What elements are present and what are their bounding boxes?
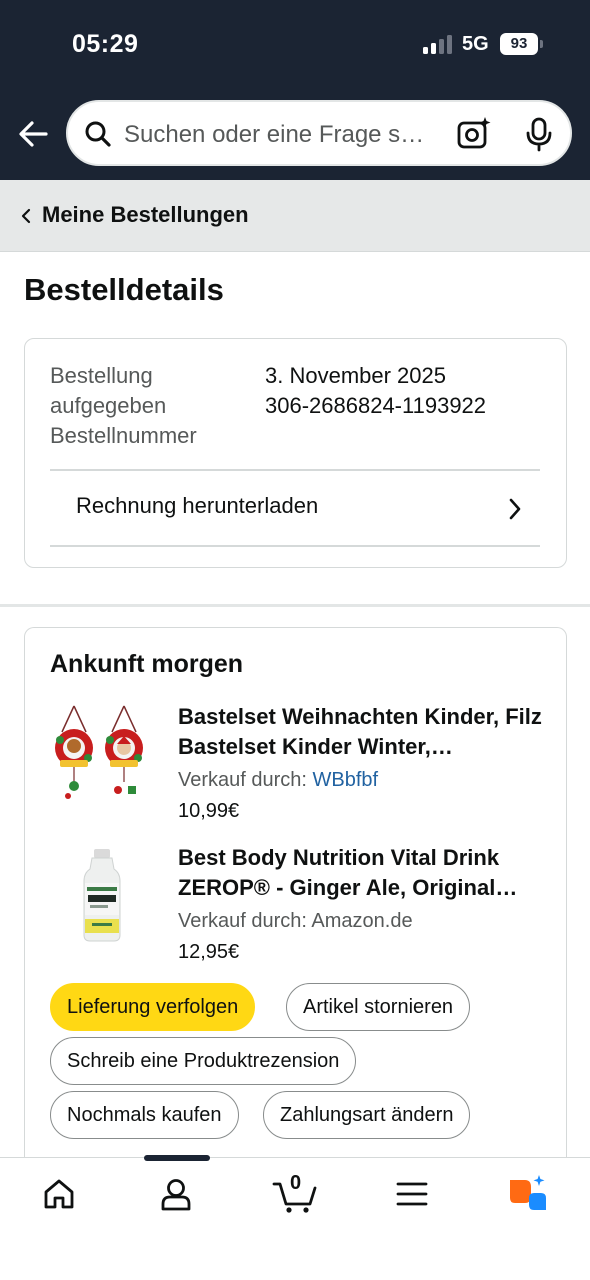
home-icon[interactable] <box>41 1174 77 1214</box>
seller-prefix: Verkauf durch: <box>178 910 312 932</box>
search-bar[interactable]: Suchen oder eine Frage s… <box>66 100 572 166</box>
top-bar: 05:29 5G 93 Suchen oder eine Frage s… <box>0 0 590 180</box>
item-title[interactable]: Best Body Nutrition Vital Drink ZEROP® -… <box>178 843 544 903</box>
christmas-wreath-craft-icon[interactable] <box>50 702 154 806</box>
item-seller: Verkauf durch: Amazon.de <box>178 905 544 937</box>
breadcrumb-label[interactable]: Meine Bestellungen <box>42 202 249 228</box>
back-arrow-icon[interactable] <box>16 116 52 152</box>
microphone-icon[interactable] <box>522 116 556 152</box>
menu-icon[interactable] <box>394 1174 430 1214</box>
write-review-button[interactable]: Schreib eine Produktrezension <box>50 1037 357 1085</box>
item-text: Bastelset Weihnachten Kinder, Filz Baste… <box>178 702 544 826</box>
page-title: Bestelldetails <box>24 272 224 307</box>
order-info-label: Bestellung aufgegeben Bestellnummer <box>50 363 197 448</box>
status-time: 05:29 <box>72 30 139 58</box>
item-price: 10,99€ <box>178 800 240 822</box>
order-info-card: Bestellung aufgegeben Bestellnummer 3. N… <box>24 338 567 568</box>
order-number: 306-2686824-1193922 <box>265 393 487 418</box>
signal-icon <box>423 34 453 54</box>
download-invoice-row[interactable]: Rechnung herunterladen <box>50 471 540 547</box>
track-delivery-button[interactable]: Lieferung verfolgen <box>50 983 256 1031</box>
bottom-nav: 0 <box>0 1155 590 1280</box>
seller-name: Amazon.de <box>311 910 413 932</box>
active-tab-indicator <box>144 1155 210 1161</box>
breadcrumb[interactable]: Meine Bestellungen <box>0 180 590 252</box>
delivery-card: Ankunft morgen Bastelset Weihnachten Kin… <box>24 627 567 1187</box>
item-title[interactable]: Bastelset Weihnachten Kinder, Filz Baste… <box>178 702 544 762</box>
rufus-assistant-icon[interactable] <box>507 1174 549 1214</box>
order-item[interactable]: Bastelset Weihnachten Kinder, Filz Baste… <box>50 702 545 822</box>
camera-lens-icon[interactable] <box>456 116 492 152</box>
cart-count: 0 <box>290 1172 302 1194</box>
cancel-items-button[interactable]: Artikel stornieren <box>286 983 471 1031</box>
seller-prefix: Verkauf durch: <box>178 769 313 791</box>
chevron-right-icon <box>509 498 521 520</box>
order-info-values: 3. November 2025 306-2686824-1193922 <box>265 361 486 421</box>
account-icon[interactable] <box>158 1174 194 1214</box>
change-payment-button[interactable]: Zahlungsart ändern <box>263 1091 471 1139</box>
battery-icon: 93 <box>500 33 543 55</box>
order-item[interactable]: Best Body Nutrition Vital Drink ZEROP® -… <box>50 843 545 963</box>
search-icon <box>85 121 111 147</box>
delivery-title: Ankunft morgen <box>50 650 244 678</box>
seller-link[interactable]: WBbfbf <box>313 769 379 791</box>
network-label: 5G <box>462 33 489 55</box>
item-text: Best Body Nutrition Vital Drink ZEROP® -… <box>178 843 544 967</box>
drink-bottle-icon[interactable] <box>50 843 154 947</box>
buy-again-button[interactable]: Nochmals kaufen <box>50 1091 239 1139</box>
item-price: 12,95€ <box>178 941 240 963</box>
search-input[interactable]: Suchen oder eine Frage s… <box>124 118 444 152</box>
item-seller: Verkauf durch: WBbfbf <box>178 764 544 796</box>
divider <box>50 545 540 547</box>
order-date: 3. November 2025 <box>265 363 446 388</box>
download-invoice-label: Rechnung herunterladen <box>76 493 319 518</box>
chevron-left-icon <box>21 208 31 224</box>
section-separator <box>0 604 590 607</box>
